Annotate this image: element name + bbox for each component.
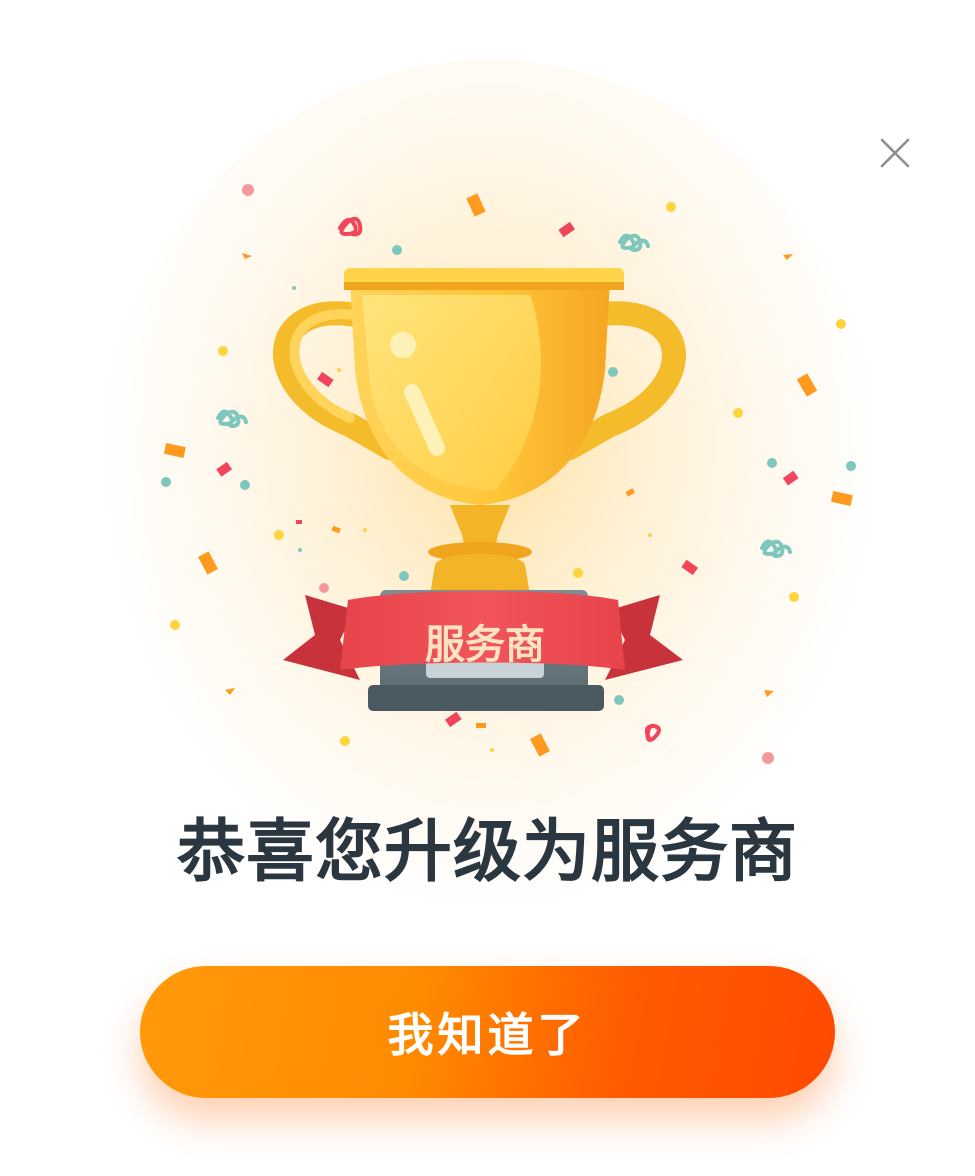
trophy-illustration: 服务商 xyxy=(161,184,856,764)
confirm-button[interactable]: 我知道了 xyxy=(140,966,835,1098)
headline-title: 恭喜您升级为服务商 xyxy=(176,813,798,892)
upgrade-dialog: 服务商 恭喜您升级为服务商 我知道了 xyxy=(0,0,975,1176)
close-icon[interactable] xyxy=(872,132,918,178)
ribbon-badge-label: 服务商 xyxy=(425,622,545,668)
